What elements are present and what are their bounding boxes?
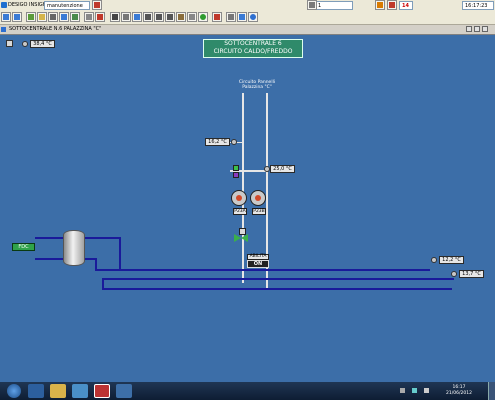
alarm-count: 14	[399, 1, 413, 10]
login-icon[interactable]	[92, 0, 102, 10]
circuit-label: Circuito Pannelli Palazzina "C"	[238, 80, 276, 90]
alarm-indicator-icon	[233, 172, 239, 178]
main-supply-sensor-icon[interactable]	[431, 257, 437, 263]
enable-state-button[interactable]: ON	[247, 260, 269, 268]
select-icon[interactable]	[121, 12, 131, 22]
help-icon[interactable]	[248, 12, 258, 22]
tank-top-branch-pipe	[85, 237, 121, 239]
zoom-out-icon[interactable]	[154, 12, 164, 22]
tank-riser-pipe	[119, 237, 121, 271]
main-supply-temp-value[interactable]: 12,2 °C	[439, 256, 464, 264]
show-desktop-button[interactable]	[488, 382, 495, 400]
windows-taskbar: 16:17 21/06/2012	[0, 382, 495, 400]
toolbar	[0, 11, 495, 25]
plant-view-icon[interactable]	[70, 12, 80, 22]
print-icon[interactable]	[48, 12, 58, 22]
taskbar-time[interactable]: 16:17	[444, 385, 474, 390]
volume-icon[interactable]	[424, 388, 429, 393]
pump-a-icon[interactable]	[231, 190, 247, 206]
pump-a-label: P23A	[233, 208, 247, 215]
pump-b-label: P23B	[252, 208, 266, 215]
mixing-valve-icon[interactable]	[234, 228, 248, 242]
zoom-in-icon[interactable]	[143, 12, 153, 22]
app-logo-icon	[1, 2, 7, 8]
return-temp-value[interactable]: 16,2 °C	[205, 138, 230, 146]
main-return-header-pipe	[102, 278, 454, 280]
grid-icon[interactable]	[84, 12, 94, 22]
window-titlebar: SOTTOCENTRALE N.6 PALAZZINA "C"	[0, 25, 495, 35]
tank-inlet-pipe	[35, 237, 63, 239]
outdoor-temp-value[interactable]: 38,4 °C	[30, 40, 55, 48]
main-supply-header-pipe	[95, 269, 430, 271]
page-title-line1: SOTTOCENTRALE 6	[224, 40, 282, 47]
supply-temp-value[interactable]: 25,0 °C	[270, 165, 295, 173]
page-title-line2: CIRCUITO CALDO/FREDDO	[213, 48, 293, 55]
zoom-fit-icon[interactable]	[165, 12, 175, 22]
return-sensor-icon[interactable]	[231, 139, 237, 145]
window-icon	[1, 27, 6, 32]
cursor-icon[interactable]	[110, 12, 120, 22]
window-title: SOTTOCENTRALE N.6 PALAZZINA "C"	[9, 26, 102, 32]
tank-label: FDC	[12, 243, 35, 251]
supply-sensor-icon[interactable]	[264, 166, 270, 172]
tray-arrow-icon[interactable]	[400, 388, 405, 393]
alarm-zone-icon[interactable]	[307, 0, 317, 10]
circuit-return-pipe	[242, 93, 244, 283]
folder-icon[interactable]	[37, 12, 47, 22]
alarm-flag-icon[interactable]	[387, 0, 397, 10]
clock: 16:17:23	[462, 1, 494, 10]
page-title: SOTTOCENTRALE 6 CIRCUITO CALDO/FREDDO	[203, 39, 303, 58]
remote-desktop-icon[interactable]	[116, 384, 132, 398]
user-field[interactable]: manutenzione	[44, 1, 90, 10]
back-icon[interactable]	[1, 12, 11, 22]
network-icon[interactable]	[412, 388, 417, 393]
media-player-icon[interactable]	[72, 384, 88, 398]
desigo-app-icon[interactable]	[94, 384, 110, 398]
thermometer-icon	[6, 40, 13, 47]
outdoor-sensor-icon[interactable]	[22, 41, 28, 47]
window-icon[interactable]	[237, 12, 247, 22]
forward-icon[interactable]	[12, 12, 22, 22]
pump-a-rotor-icon	[236, 195, 242, 201]
pan-icon[interactable]	[176, 12, 186, 22]
refresh-icon[interactable]	[59, 12, 69, 22]
minimize-icon[interactable]	[466, 26, 472, 32]
main-return-sensor-icon[interactable]	[451, 271, 457, 277]
tank-outlet-pipe	[35, 258, 63, 260]
pump-b-rotor-icon	[255, 195, 261, 201]
edit-icon[interactable]	[132, 12, 142, 22]
start-button-icon[interactable]	[7, 384, 21, 398]
zone-field[interactable]: 1	[315, 1, 353, 10]
close-icon[interactable]	[482, 26, 488, 32]
storage-tank-icon[interactable]	[63, 230, 85, 266]
return-collector-pipe	[102, 288, 452, 290]
plant-schematic: 38,4 °C SOTTOCENTRALE 6 CIRCUITO CALDO/F…	[0, 35, 495, 382]
alarm-bell-icon[interactable]	[375, 0, 385, 10]
home-icon[interactable]	[26, 12, 36, 22]
ie-icon[interactable]	[28, 384, 44, 398]
layers-icon[interactable]	[187, 12, 197, 22]
maximize-icon[interactable]	[474, 26, 480, 32]
ok-icon[interactable]	[198, 12, 208, 22]
main-return-temp-value[interactable]: 13,7 °C	[459, 270, 484, 278]
trend-icon[interactable]	[95, 12, 105, 22]
status-indicator-icon	[233, 165, 239, 171]
settings-icon[interactable]	[226, 12, 236, 22]
stop-icon[interactable]	[212, 12, 222, 22]
pump-b-icon[interactable]	[250, 190, 266, 206]
explorer-icon[interactable]	[50, 384, 66, 398]
taskbar-date[interactable]: 21/06/2012	[444, 391, 474, 396]
